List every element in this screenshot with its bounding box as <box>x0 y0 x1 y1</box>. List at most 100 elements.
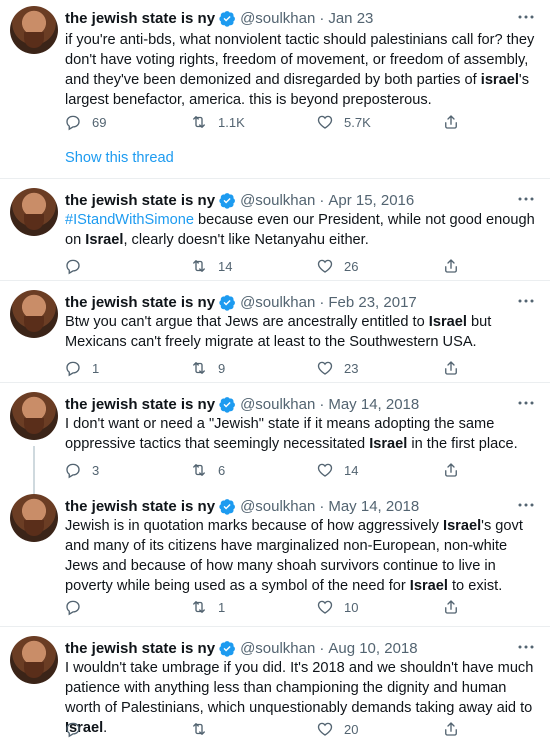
author-handle[interactable]: @soulkhan <box>240 498 315 515</box>
retweet-button[interactable]: 9 <box>182 358 308 378</box>
retweet-button[interactable]: 14 <box>182 256 308 276</box>
avatar[interactable] <box>10 290 58 338</box>
verified-badge-icon <box>219 10 236 27</box>
share-button[interactable] <box>434 112 470 132</box>
share-icon <box>434 113 470 131</box>
reply-button[interactable]: 69 <box>56 112 182 132</box>
retweet-button[interactable]: 6 <box>182 460 308 480</box>
retweet-icon <box>182 113 218 131</box>
author-name[interactable]: the jewish state is ny <box>65 10 215 27</box>
tweet-date[interactable]: Feb 23, 2017 <box>328 294 416 311</box>
share-icon <box>434 598 470 616</box>
tweet-date[interactable]: Aug 10, 2018 <box>328 640 417 657</box>
retweet-icon <box>182 257 218 275</box>
tweet-actions: 20 <box>56 719 486 739</box>
highlighted-term: Israel <box>443 518 482 534</box>
tweet-text-segment: Jewish is in quotation marks because of … <box>65 518 444 534</box>
more-options-icon[interactable] <box>516 10 536 28</box>
more-options-icon[interactable] <box>516 396 536 414</box>
verified-badge-icon <box>219 192 236 209</box>
verified-badge-icon <box>219 294 236 311</box>
author-handle[interactable]: @soulkhan <box>240 396 315 413</box>
avatar[interactable] <box>10 392 58 440</box>
more-options-icon[interactable] <box>516 294 536 312</box>
avatar[interactable] <box>10 188 58 236</box>
like-count: 5.7K <box>344 114 371 130</box>
reply-count: 3 <box>92 462 100 478</box>
tweet-text-segment: to exist. <box>447 578 503 594</box>
tweet-actions: 3 6 14 <box>56 460 486 480</box>
author-handle[interactable]: @soulkhan <box>240 294 315 311</box>
author-handle[interactable]: @soulkhan <box>240 640 315 657</box>
retweet-button[interactable] <box>182 719 308 739</box>
like-button[interactable]: 20 <box>308 719 434 739</box>
reply-button[interactable]: 1 <box>56 358 182 378</box>
like-icon <box>308 113 344 131</box>
tweet-text: Jewish is in quotation marks because of … <box>65 516 540 596</box>
thread-connector-line <box>33 446 35 494</box>
author-handle[interactable]: @soulkhan <box>240 10 315 27</box>
like-button[interactable]: 10 <box>308 597 434 617</box>
author-name[interactable]: the jewish state is ny <box>65 294 215 311</box>
tweet-divider <box>0 626 550 627</box>
reply-button[interactable] <box>56 719 182 739</box>
tweet-header: the jewish state is ny @soulkhan · May 14, … <box>65 394 419 414</box>
tweet-header: the jewish state is ny @soulkhan · Jan 23 <box>65 8 373 28</box>
retweet-count: 6 <box>218 462 226 478</box>
tweet-date[interactable]: May 14, 2018 <box>328 498 419 515</box>
verified-badge-icon <box>219 498 236 515</box>
more-options-icon[interactable] <box>516 192 536 210</box>
retweet-button[interactable]: 1.1K <box>182 112 308 132</box>
reply-button[interactable] <box>56 256 182 276</box>
more-options-icon[interactable] <box>516 640 536 658</box>
reply-icon <box>56 257 92 275</box>
show-thread-link[interactable]: Show this thread <box>65 150 174 166</box>
reply-icon <box>56 598 92 616</box>
reply-icon <box>56 720 92 738</box>
tweet-date[interactable]: Apr 15, 2016 <box>328 192 414 209</box>
avatar[interactable] <box>10 6 58 54</box>
tweet-date[interactable]: Jan 23 <box>328 10 373 27</box>
share-button[interactable] <box>434 597 470 617</box>
share-button[interactable] <box>434 719 470 739</box>
tweet-divider <box>0 382 550 383</box>
separator-dot: · <box>319 497 325 515</box>
more-options-icon[interactable] <box>516 498 536 516</box>
reply-button[interactable]: 3 <box>56 460 182 480</box>
like-button[interactable]: 5.7K <box>308 112 434 132</box>
retweet-button[interactable]: 1 <box>182 597 308 617</box>
like-button[interactable]: 23 <box>308 358 434 378</box>
author-name[interactable]: the jewish state is ny <box>65 192 215 209</box>
retweet-icon <box>182 720 218 738</box>
retweet-count: 1.1K <box>218 114 245 130</box>
author-name[interactable]: the jewish state is ny <box>65 640 215 657</box>
avatar[interactable] <box>10 494 58 542</box>
reply-count: 1 <box>92 360 100 376</box>
retweet-count: 14 <box>218 258 233 274</box>
highlighted-term: Israel <box>428 314 467 330</box>
like-icon <box>308 720 344 738</box>
retweet-count: 1 <box>218 599 226 615</box>
tweet-header: the jewish state is ny @soulkhan · May 14, … <box>65 496 419 516</box>
author-name[interactable]: the jewish state is ny <box>65 498 215 515</box>
tweet-date[interactable]: May 14, 2018 <box>328 396 419 413</box>
tweet-text-segment: in the first place. <box>407 436 518 452</box>
like-icon <box>308 461 344 479</box>
share-button[interactable] <box>434 460 470 480</box>
author-name[interactable]: the jewish state is ny <box>65 396 215 413</box>
share-icon <box>434 257 470 275</box>
author-handle[interactable]: @soulkhan <box>240 192 315 209</box>
avatar[interactable] <box>10 636 58 684</box>
like-button[interactable]: 26 <box>308 256 434 276</box>
reply-count: 69 <box>92 114 107 130</box>
tweet-text: if you're anti-bds, what nonviolent tact… <box>65 30 540 110</box>
share-button[interactable] <box>434 256 470 276</box>
tweet-text-segment: , clearly doesn't like Netanyahu either. <box>123 232 369 248</box>
highlighted-term: israel <box>480 72 519 88</box>
tweet-text-segment: if you're anti-bds, what nonviolent tact… <box>65 32 535 88</box>
hashtag-link[interactable]: #IStandWithSimone <box>65 212 194 228</box>
share-button[interactable] <box>434 358 470 378</box>
share-icon <box>434 720 470 738</box>
like-button[interactable]: 14 <box>308 460 434 480</box>
reply-button[interactable] <box>56 597 182 617</box>
